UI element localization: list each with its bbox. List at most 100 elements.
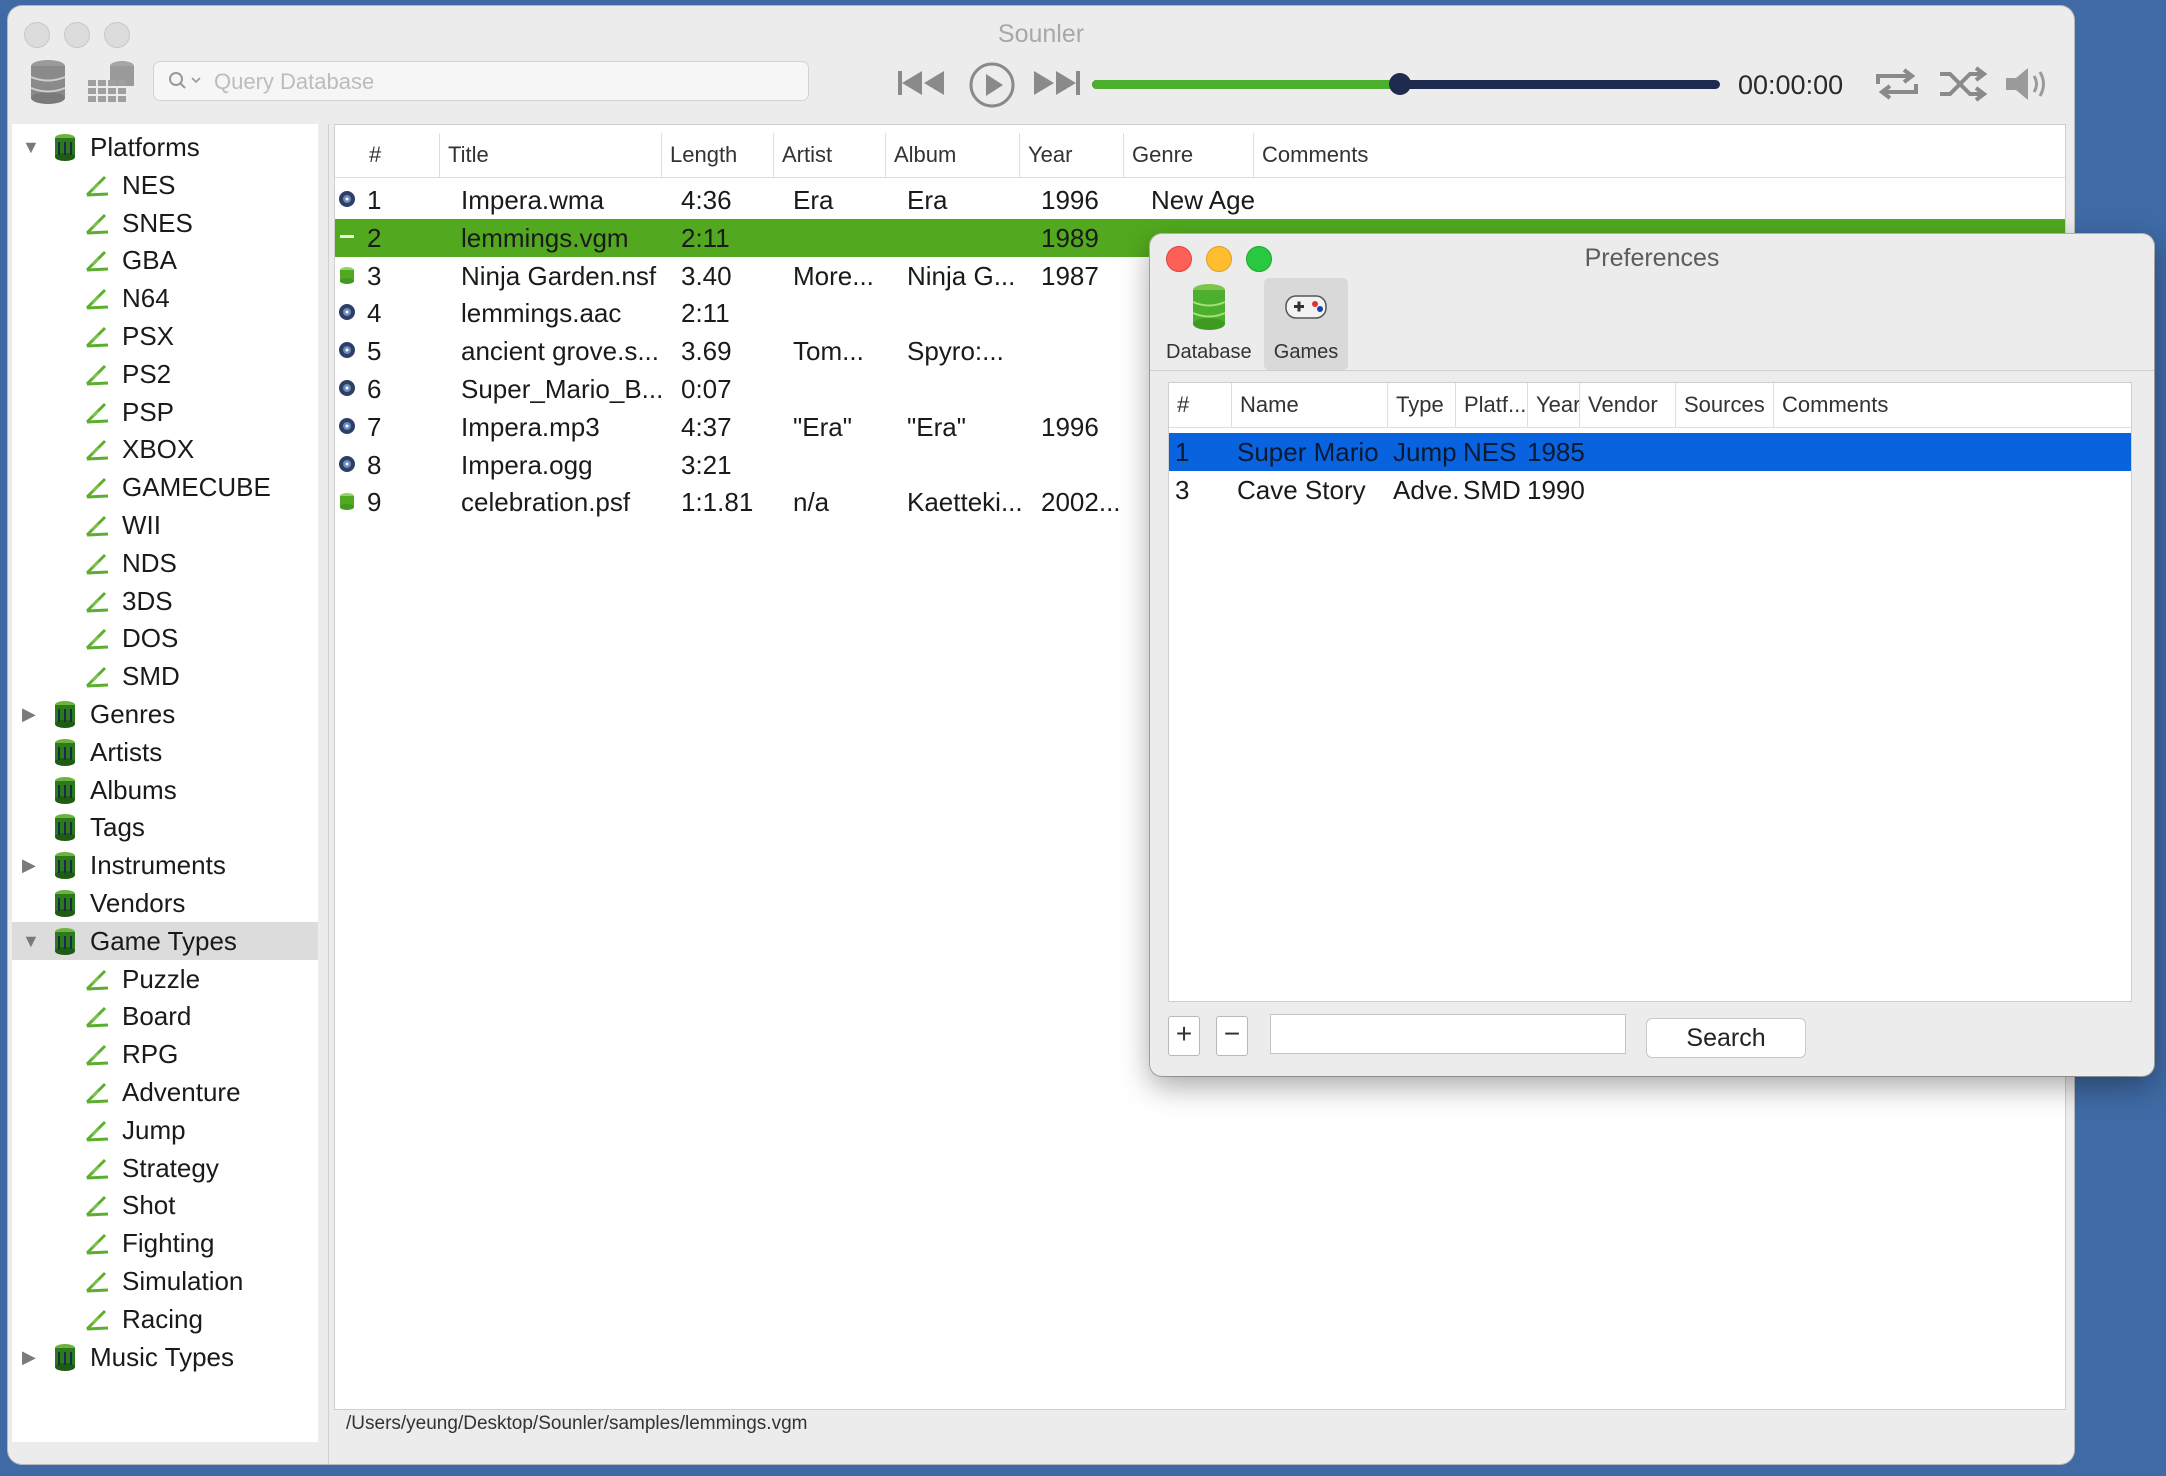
games-column-header[interactable]: Platf... xyxy=(1455,383,1527,427)
sidebar-item-3ds[interactable]: 3DS xyxy=(12,582,318,620)
sidebar-item-game-types[interactable]: ▼ Game Types xyxy=(12,921,318,960)
track-cell-length: 3.69 xyxy=(681,336,732,367)
games-search-button[interactable]: Search xyxy=(1646,1018,1806,1058)
sidebar-item-instruments[interactable]: ▶ Instruments xyxy=(12,846,318,884)
column-header[interactable]: Comments xyxy=(1253,133,2053,177)
sidebar-item-psx[interactable]: PSX xyxy=(12,317,318,355)
sidebar-item-genres[interactable]: ▶ Genres xyxy=(12,695,318,733)
games-column-header[interactable]: Year xyxy=(1527,383,1580,427)
sidebar-item-label: Fighting xyxy=(122,1228,215,1259)
sidebar-item-label: Genres xyxy=(90,699,176,729)
leaf-item-icon xyxy=(85,213,109,235)
games-column-header[interactable]: Sources xyxy=(1675,383,1773,427)
query-search-field[interactable]: Query Database xyxy=(153,61,809,101)
track-cell-num: 8 xyxy=(367,449,382,480)
games-column-header[interactable]: Vendor xyxy=(1579,383,1675,427)
column-header[interactable]: Length xyxy=(661,133,773,177)
sidebar-item-fighting[interactable]: Fighting xyxy=(12,1224,318,1262)
sidebar-item-psp[interactable]: PSP xyxy=(12,393,318,431)
sidebar-item-music-types[interactable]: ▶ Music Types xyxy=(12,1338,318,1376)
column-header[interactable]: Title xyxy=(439,133,661,177)
sidebar-item-gba[interactable]: GBA xyxy=(12,241,318,279)
games-column-header[interactable]: Name xyxy=(1231,383,1387,427)
sidebar-item-shot[interactable]: Shot xyxy=(12,1186,318,1224)
sidebar-item-label: Albums xyxy=(90,774,177,805)
track-row[interactable]: 1 Impera.wma 4:36 Era Era 1996 New Age xyxy=(335,181,2065,219)
column-header[interactable]: Album xyxy=(885,133,1019,177)
sidebar-item-snes[interactable]: SNES xyxy=(12,204,318,242)
sidebar-item-tags[interactable]: Tags xyxy=(12,808,318,846)
sidebar-item-smd[interactable]: SMD xyxy=(12,657,318,695)
games-cell-name: Super Mario xyxy=(1237,437,1379,467)
sidebar-item-dos[interactable]: DOS xyxy=(12,619,318,657)
leaf-item-icon xyxy=(85,1007,109,1028)
sidebar-item-nes[interactable]: NES xyxy=(12,166,318,204)
track-cell-year: 1996 xyxy=(1041,185,1099,215)
track-cell-artist: Tom... xyxy=(793,336,864,367)
sidebar-item-wii[interactable]: WII xyxy=(12,506,318,544)
disclosure-right-icon[interactable]: ▶ xyxy=(22,695,36,733)
next-track-icon[interactable] xyxy=(1032,68,1082,98)
games-cell-year: 1990 xyxy=(1527,474,1585,505)
tab-database[interactable]: Database xyxy=(1166,278,1252,370)
games-column-header[interactable]: Comments xyxy=(1773,383,2131,427)
sidebar-item-strategy[interactable]: Strategy xyxy=(12,1149,318,1187)
track-cell-year: 1989 xyxy=(1041,222,1099,253)
leaf-item-icon xyxy=(85,175,109,197)
games-rows: 1 Super Mario JumpNES 1985 3 Cave Story Adve..… xyxy=(1169,431,2131,551)
sidebar-item-xbox[interactable]: XBOX xyxy=(12,430,318,468)
sidebar-item-simulation[interactable]: Simulation xyxy=(12,1262,318,1300)
track-cell-artist: Era xyxy=(793,185,834,215)
column-header[interactable]: Genre xyxy=(1123,133,1253,177)
play-icon[interactable] xyxy=(968,61,1016,109)
disclosure-right-icon[interactable]: ▶ xyxy=(22,1338,36,1376)
sidebar-item-label: Instruments xyxy=(90,850,226,881)
sidebar-item-albums[interactable]: Albums xyxy=(12,771,318,809)
volume-icon[interactable] xyxy=(2002,64,2052,104)
games-row[interactable]: 3 Cave Story Adve...SMD1990 xyxy=(1169,471,2131,509)
games-search-input[interactable] xyxy=(1270,1014,1626,1054)
sidebar-item-ps2[interactable]: PS2 xyxy=(12,355,318,393)
leaf-item-icon xyxy=(85,364,109,386)
sidebar-item-rpg[interactable]: RPG xyxy=(12,1035,318,1073)
sidebar-item-artists[interactable]: Artists xyxy=(12,733,318,771)
column-header[interactable]: Artist xyxy=(773,133,885,177)
sidebar-item-racing[interactable]: Racing xyxy=(12,1300,318,1338)
leaf-item-icon xyxy=(85,478,109,499)
sidebar-item-puzzle[interactable]: Puzzle xyxy=(12,960,318,998)
sidebar-item-vendors[interactable]: Vendors xyxy=(12,884,318,922)
track-cell-year: 1987 xyxy=(1041,260,1099,291)
track-cell-title: Impera.ogg xyxy=(461,449,593,480)
track-table-header: # Title Length Artist Album Year Genre Comments xyxy=(335,133,2065,178)
disclosure-right-icon[interactable]: ▶ xyxy=(22,846,36,884)
previous-track-icon[interactable] xyxy=(896,68,946,98)
table-database-toolbar-icon[interactable] xyxy=(86,58,140,108)
column-header[interactable]: # xyxy=(361,133,439,177)
sidebar-item-adventure[interactable]: Adventure xyxy=(12,1073,318,1111)
tab-games[interactable]: Games xyxy=(1264,278,1348,370)
sidebar-item-jump[interactable]: Jump xyxy=(12,1111,318,1149)
sidebar-item-board[interactable]: Board xyxy=(12,997,318,1035)
track-cell-album xyxy=(907,294,1035,332)
repeat-icon[interactable] xyxy=(1870,64,1924,104)
track-cell-length: 3.40 xyxy=(681,260,732,291)
sidebar-item-n64[interactable]: N64 xyxy=(12,279,318,317)
track-cell-title: Impera.wma xyxy=(461,185,605,215)
disclosure-down-icon[interactable]: ▼ xyxy=(22,128,40,166)
remove-game-button[interactable]: − xyxy=(1216,1016,1248,1056)
games-column-header[interactable]: # xyxy=(1169,383,1231,427)
database-toolbar-icon[interactable] xyxy=(28,58,68,108)
sidebar-divider[interactable] xyxy=(328,124,329,1464)
add-game-button[interactable]: + xyxy=(1168,1016,1200,1056)
progress-knob[interactable] xyxy=(1388,73,1411,95)
games-column-header[interactable]: Type xyxy=(1387,383,1455,427)
games-row[interactable]: 1 Super Mario Jump NES 1985 xyxy=(1169,433,2131,471)
shuffle-icon[interactable] xyxy=(1936,64,1990,104)
track-cell-album xyxy=(907,370,1035,408)
sidebar-item-platforms[interactable]: ▼ Platforms xyxy=(12,128,318,166)
sidebar-item-label: Racing xyxy=(122,1303,203,1334)
disclosure-down-icon[interactable]: ▼ xyxy=(22,922,40,960)
column-header[interactable]: Year xyxy=(1019,133,1123,177)
sidebar-item-gamecube[interactable]: GAMECUBE xyxy=(12,468,318,506)
sidebar-item-nds[interactable]: NDS xyxy=(12,544,318,582)
